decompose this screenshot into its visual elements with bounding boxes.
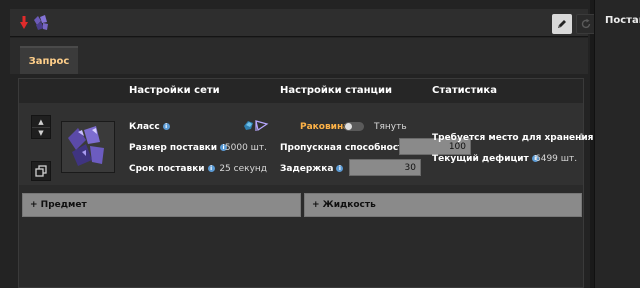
delivery-time-label: Срок поставки i [129, 164, 215, 174]
station-panel: Запрос Настройки сети Настройки станции … [0, 0, 604, 288]
mode-sink-label[interactable]: Раковина [300, 122, 349, 132]
header-station-settings: Настройки станции [280, 85, 392, 96]
header-network-settings: Настройки сети [129, 85, 220, 96]
section-headers: Настройки сети Настройки станции Статист… [19, 79, 583, 103]
crystal-icon [32, 14, 50, 32]
toggle-knob [345, 123, 352, 130]
mode-toggle[interactable] [344, 122, 364, 131]
current-deficit-value: 6499 шт. [535, 154, 578, 164]
delay-input[interactable]: 30 [349, 159, 421, 176]
info-icon[interactable]: i [207, 165, 215, 172]
delivery-time-value: 25 секунд [219, 164, 267, 174]
info-icon[interactable]: i [162, 123, 170, 130]
pencil-icon [558, 20, 566, 28]
add-fluid-button[interactable]: + Жидкость [304, 193, 582, 217]
storage-required-label: Требуется место для храненияi [432, 133, 604, 143]
delay-label: Задержка i [280, 164, 344, 174]
station-class-icon [244, 120, 269, 131]
request-row: ▲ ▼ Класс i Размер поставки i 5000 шт. С… [19, 103, 604, 185]
delivery-size-value: 5000 шт. [224, 143, 267, 153]
delivery-panel: Постав [594, 0, 640, 288]
delivery-size-label: Размер поставки i [129, 143, 228, 153]
move-down-icon[interactable]: ▼ [32, 127, 50, 138]
copy-icon [35, 165, 47, 177]
request-content: Настройки сети Настройки станции Статист… [18, 78, 604, 288]
crystal-icon [68, 126, 104, 166]
priority-stepper[interactable]: ▲ ▼ [31, 115, 51, 139]
copy-button[interactable] [31, 161, 51, 181]
edit-button[interactable] [552, 14, 572, 34]
red-down-arrow-icon [20, 16, 28, 30]
header-statistics: Статистика [432, 85, 497, 96]
panel-titlebar [10, 9, 596, 37]
mode-pull-label[interactable]: Тянуть [374, 122, 407, 132]
class-label: Класс i [129, 122, 170, 132]
current-deficit-label: Текущий дефицит i [432, 154, 539, 164]
info-icon[interactable]: i [336, 165, 344, 172]
item-slot[interactable] [61, 121, 115, 173]
storage-required-value: 1 [579, 133, 585, 143]
refresh-icon [581, 18, 591, 29]
tab-request[interactable]: Запрос [20, 46, 78, 74]
add-item-button[interactable]: + Предмет [22, 193, 301, 217]
move-up-icon[interactable]: ▲ [32, 116, 50, 127]
delivery-panel-title: Постав [605, 15, 640, 26]
class-icons[interactable] [240, 118, 270, 132]
tab-bar: Запрос [10, 38, 588, 74]
refresh-button[interactable] [576, 14, 596, 34]
